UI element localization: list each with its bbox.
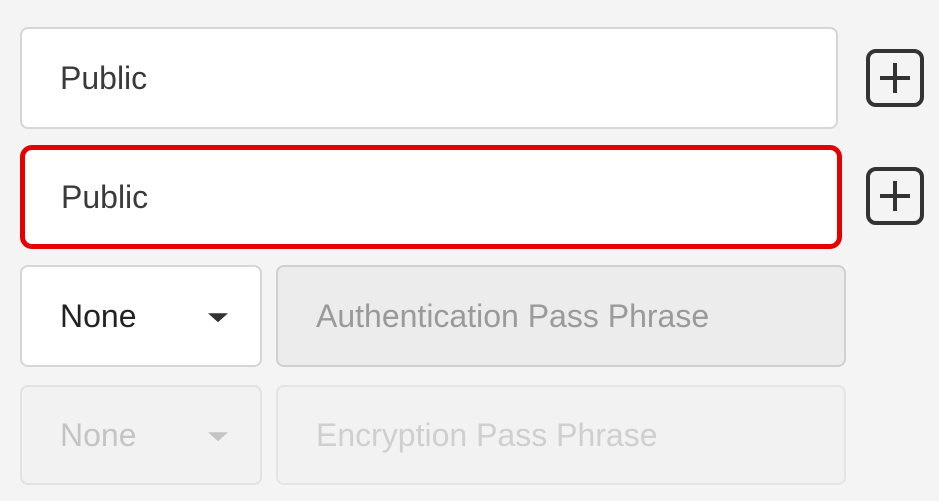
add-write-community-icon[interactable] (866, 167, 924, 225)
add-read-community-icon[interactable] (866, 49, 924, 107)
encryption-protocol-select[interactable]: None (20, 385, 262, 485)
write-community-value: Public (61, 178, 149, 215)
authentication-pass-phrase-placeholder: Authentication Pass Phrase (316, 297, 710, 334)
encryption-protocol-value: None (60, 416, 137, 453)
read-community-field[interactable]: Public (20, 27, 838, 129)
encryption-pass-phrase-input[interactable]: Encryption Pass Phrase (276, 385, 846, 485)
encryption-pass-phrase-placeholder: Encryption Pass Phrase (316, 416, 658, 453)
chevron-down-icon (208, 313, 228, 323)
write-community-field[interactable]: Public (20, 145, 842, 249)
chevron-down-icon (208, 432, 228, 442)
authentication-protocol-value: None (60, 297, 137, 334)
authentication-pass-phrase-input[interactable]: Authentication Pass Phrase (276, 265, 846, 367)
read-community-value: Public (60, 59, 148, 96)
authentication-protocol-select[interactable]: None (20, 265, 262, 367)
